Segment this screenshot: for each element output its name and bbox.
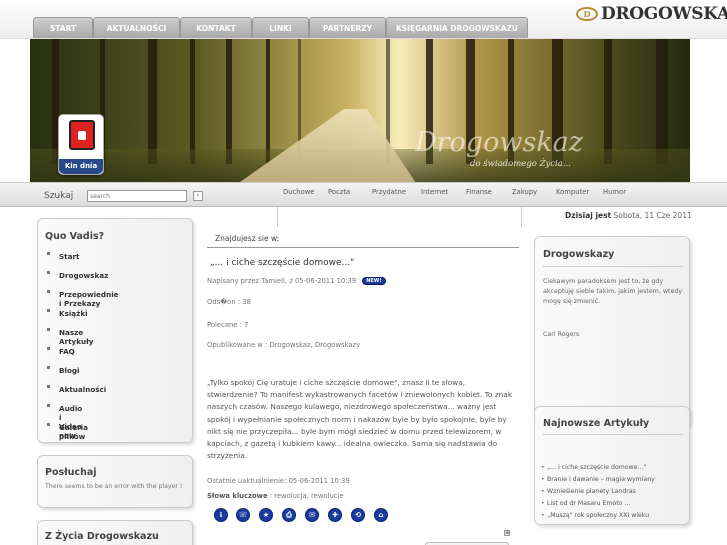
comment-icon[interactable]: ℹ [214,508,228,522]
divider [543,434,683,435]
cat-poczta[interactable]: Poczta [328,188,350,196]
cat-zakupy[interactable]: Zakupy [512,188,537,196]
cat-przydatne[interactable]: Przydatne [372,188,406,196]
banner-subtitle: do świadomego Życia... [470,159,571,169]
cat-duchowe[interactable]: Duchowe [283,188,315,196]
print-icon[interactable]: ⎙ [282,508,296,522]
tab-linki[interactable]: LINKI [252,17,309,38]
latest-articles-box: Najnowsze Artykuły „... i ciche szczęści… [534,406,690,525]
divider [521,207,522,227]
home-icon[interactable]: ⌂ [374,508,388,522]
article-link[interactable]: „... i ciche szczęście domowe..." [541,464,646,471]
article-title[interactable]: „... i ciche szczęście domowe..." [210,258,354,268]
divider [207,247,519,248]
cat-finanse[interactable]: Finanse [466,188,492,196]
article-byline: Napisany przez Tamiell, z 05-06-2011 10:… [207,277,386,285]
header-banner: Drogowskaz do świadomego Życia... [30,39,690,182]
life-title: Z Życia Drogowskazu [45,531,159,542]
new-badge: NEW! [362,277,386,285]
date-display: Dzisiaj jest Sobota, 11 Cze 2011 [565,211,692,220]
article-body: „Tylko spokój Cię uratuje i ciche szczęś… [207,378,513,461]
site-logo[interactable]: D DROGOWSKAZ [576,4,727,24]
breadcrumb: Znajdujesz sie w: [215,234,280,243]
cat-humor[interactable]: Humor [603,188,626,196]
tab-start[interactable]: START [33,17,93,38]
logo-emblem-icon: D [576,7,598,21]
refresh-icon[interactable]: ⟲ [351,508,365,522]
tab-ksiegarnia[interactable]: KSIĘGARNIA DROGOWSKAZU [386,17,528,38]
quote-text: Ciekawym paradoksem jest to, że gdy akce… [543,278,683,305]
menu-title: Quo Vadis? [45,231,105,242]
date-label: Dzisiaj jest [565,211,612,220]
divider [543,266,683,267]
search-input[interactable] [87,190,187,202]
search-bar: Szukaj › Duchowe Poczta Przydatne Intern… [0,182,727,207]
quote-box: Drogowskazy Ciekawym paradoksem jest to,… [534,236,690,427]
article: Znajdujesz sie w: „... i ciche szczęście… [207,230,519,545]
quote-box-title: Drogowskazy [543,249,615,260]
article-recommended: Polecane : 7 [207,321,249,329]
cat-komputer[interactable]: Komputer [556,188,589,196]
expand-icon[interactable]: ▣ [504,530,510,536]
listen-title: Posłuchaj [45,467,97,478]
date-value: Sobota, 11 Cze 2011 [613,211,692,220]
article-link[interactable]: „Muszą" rok społeczny XXI wieku [541,512,649,519]
tab-aktualnosci[interactable]: AKTUALNOŚCI [93,17,180,38]
player-error-text: There seems to be an error with the play… [45,483,183,490]
article-views: Ods�on : 38 [207,298,251,306]
article-link[interactable]: List od dr Masaru Emoto ... [541,500,630,507]
search-button[interactable]: › [193,191,203,201]
share-icon[interactable]: ✚ [328,508,342,522]
banner-title: Drogowskaz [415,127,583,158]
top-bar: START AKTUALNOŚCI KONTAKT LINKI PARTNERZ… [0,0,727,39]
favorite-icon[interactable]: ★ [259,508,273,522]
tab-partnerzy[interactable]: PARTNERZY [309,17,386,38]
tab-kontakt[interactable]: KONTAKT [180,17,252,38]
divider [277,207,278,227]
article-keywords: Słowa kluczowe : rewolucja, rewolucje [207,492,344,500]
life-box: Z Życia Drogowskazu [37,520,193,545]
menu-box: Quo Vadis? Start Drogowskaz Przepowiedni… [37,218,193,443]
kin-glyph-icon [69,120,95,150]
kin-dnia-label: Kin dnia [59,159,103,174]
search-label: Szukaj [44,191,74,201]
latest-articles-title: Najnowsze Artykuły [543,418,650,429]
article-link[interactable]: Branie i dawanie – magia wymiany [541,476,655,483]
phone-icon[interactable]: ☏ [236,508,250,522]
quote-author: Carl Rogers [543,331,580,338]
listen-box: Posłuchaj There seems to be an error wit… [37,455,193,508]
article-link[interactable]: Wznieśienie planety Landras [541,488,636,495]
logo-text: DROGOWSKAZ [601,4,727,24]
article-published: Opublikowane w : Drogowskaz, Drogowskazy [207,341,361,349]
email-icon[interactable]: ✉ [305,508,319,522]
kin-dnia-widget[interactable]: Kin dnia [58,114,104,175]
cat-internet[interactable]: Internet [421,188,448,196]
article-updated: Ostatnie uaktualnienie: 05-06-2011 10:39 [207,477,350,485]
